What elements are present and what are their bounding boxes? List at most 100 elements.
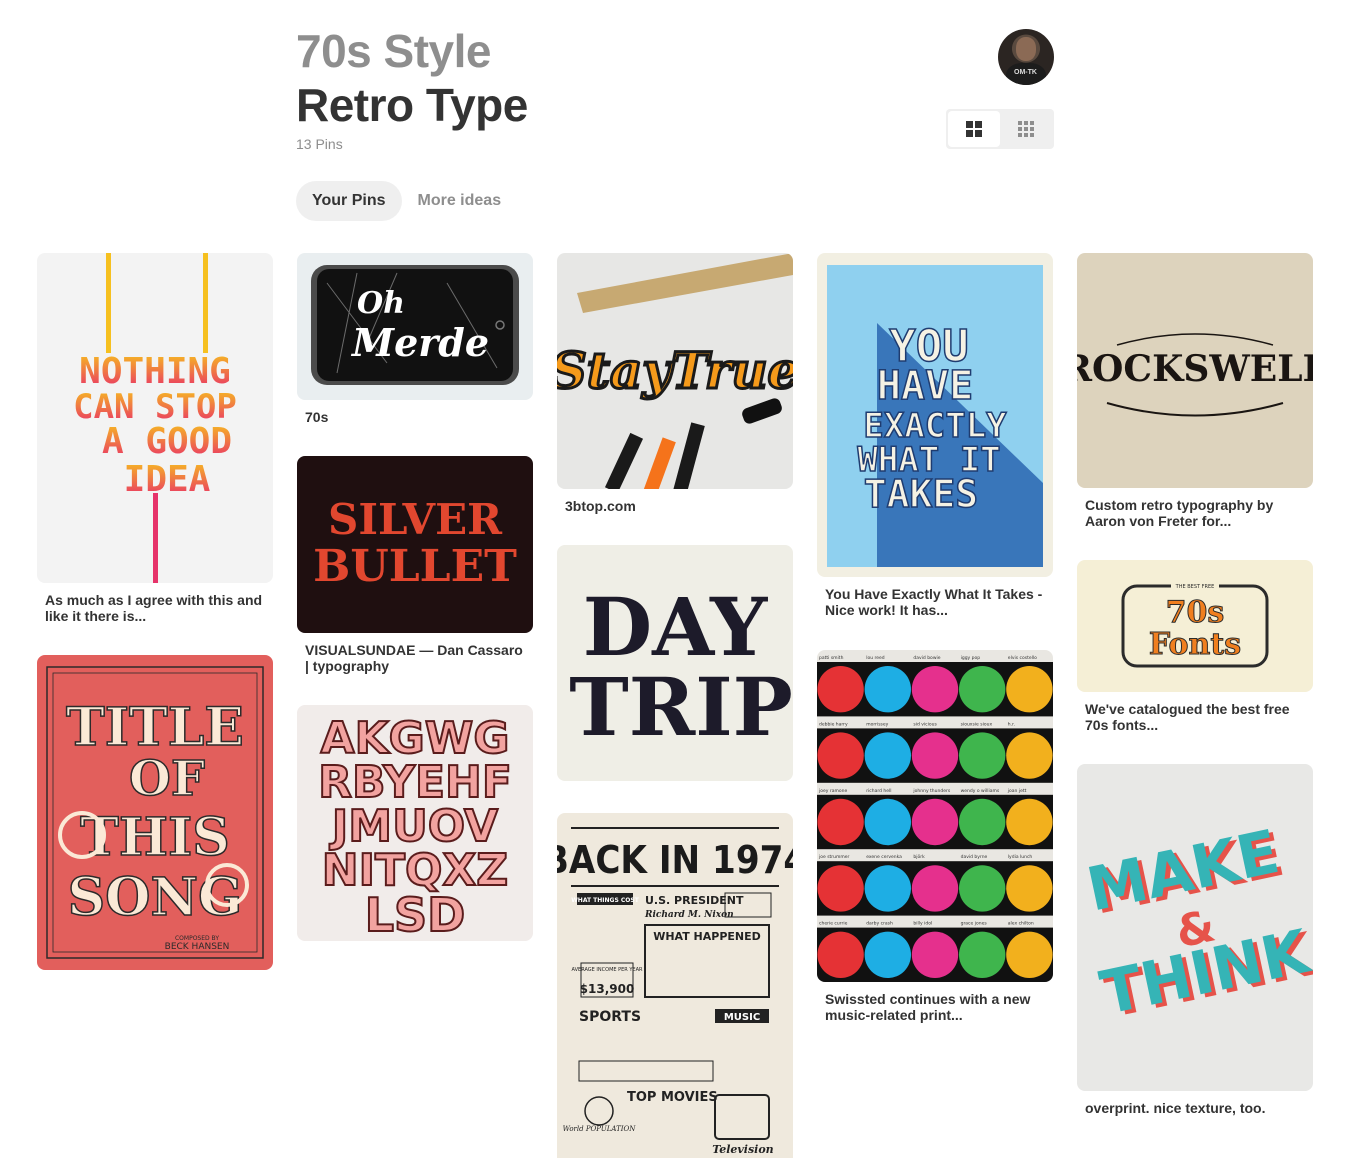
swissted-circle <box>864 666 911 713</box>
swissted-name: siouxsie sioux <box>961 721 993 727</box>
pin-image[interactable]: YOU HAVE EXACTLY WHAT IT TAKES <box>817 253 1053 577</box>
pin-caption[interactable]: Swissted continues with a new music-rela… <box>817 982 1053 1023</box>
pin-caption[interactable]: Custom retro typography by Aaron von Fre… <box>1077 488 1313 529</box>
pin-caption[interactable]: overprint. nice texture, too. <box>1077 1091 1313 1116</box>
view-toggle <box>946 109 1054 149</box>
pin-artwork: MAKE MAKE & THINK THINK <box>1081 817 1313 1032</box>
art-line-1: ROCKSWELL <box>1077 348 1313 390</box>
swissted-name: lou reed <box>866 655 885 661</box>
swissted-circle <box>959 798 1006 846</box>
art-line-5: WHAT HAPPENED <box>653 930 761 943</box>
art-line-2: Merde <box>350 320 489 365</box>
pin-artwork: BACK IN 1974 WHAT THINGS COST U.S. PRESI… <box>557 827 793 1156</box>
pin-image[interactable]: SILVER BULLET <box>297 456 533 633</box>
art-line-10: TOP MOVIES <box>627 1090 718 1105</box>
art-line-4: WHAT THINGS COST <box>571 897 640 904</box>
swissted-circle <box>864 931 911 978</box>
pin-make-think[interactable]: MAKE MAKE & THINK THINK overprint. nice … <box>1077 764 1313 1116</box>
art-line-4: IDEA <box>124 459 211 500</box>
art-line-3: Fonts <box>1149 627 1241 662</box>
default-grid-button[interactable] <box>948 111 1000 147</box>
pin-image[interactable]: Oh Merde <box>297 253 533 400</box>
swissted-circle <box>817 732 864 779</box>
swissted-circle <box>864 865 911 912</box>
pin-image[interactable]: TITLE OF THIS SONG COMPOSED BY BECK HANS… <box>37 655 273 970</box>
art-credit: COMPOSED BY <box>175 935 219 942</box>
pin-caption[interactable]: You Have Exactly What It Takes - Nice wo… <box>817 577 1053 618</box>
art-line-2: HAVE <box>877 363 973 409</box>
pin-count: 13 Pins <box>296 136 343 152</box>
pin-you-have-exactly[interactable]: YOU HAVE EXACTLY WHAT IT TAKES You Have … <box>817 253 1053 618</box>
pin-image[interactable]: ROCKSWELL <box>1077 253 1313 488</box>
swissted-circle <box>959 865 1006 912</box>
swissted-name: wendy o williams <box>961 788 1000 794</box>
pin-caption[interactable]: VISUALSUNDAE — Dan Cassaro | typography <box>297 633 533 674</box>
pin-artwork: YOU HAVE EXACTLY WHAT IT TAKES <box>827 265 1043 567</box>
pin-artwork: SILVER BULLET <box>313 495 517 592</box>
pin-artwork: AKGWG RBYEHF JMUOV NITQXZ LSD <box>317 712 513 941</box>
swissted-name: elvis costello <box>1008 655 1037 661</box>
avatar[interactable]: OM-TK <box>998 29 1054 85</box>
pin-image[interactable]: patti smith lou reed david bowie iggy pop el… <box>817 650 1053 982</box>
swissted-circle <box>817 798 864 846</box>
pin-back-in-1974[interactable]: BACK IN 1974 WHAT THINGS COST U.S. PRESI… <box>557 813 793 1158</box>
swissted-circle <box>911 865 959 912</box>
pin-image[interactable]: BACK IN 1974 WHAT THINGS COST U.S. PRESI… <box>557 813 793 1158</box>
swissted-circle <box>864 732 911 779</box>
pin-oh-merde[interactable]: Oh Merde 70s <box>297 253 533 425</box>
pin-silver-bullet[interactable]: SILVER BULLET VISUALSUNDAE — Dan Cassaro… <box>297 456 533 674</box>
pin-artwork: TITLE OF THIS SONG COMPOSED BY BECK HANS… <box>46 666 264 959</box>
pin-swissted[interactable]: patti smith lou reed david bowie iggy pop el… <box>817 650 1053 1023</box>
art-line-1: Oh <box>357 286 405 321</box>
art-line-11: World POPULATION <box>563 1125 637 1133</box>
art-line-4: SONG <box>68 867 243 928</box>
compact-grid-button[interactable] <box>1000 111 1052 147</box>
pin-caption[interactable]: As much as I agree with this and like it… <box>37 583 273 624</box>
pin-title-of-this-song[interactable]: TITLE OF THIS SONG COMPOSED BY BECK HANS… <box>37 655 273 970</box>
swissted-name: cherie currie <box>819 921 848 927</box>
pin-day-trip[interactable]: DAY TRIP <box>557 545 793 781</box>
pin-image[interactable]: DAY TRIP <box>557 545 793 781</box>
art-line-12: Television <box>712 1143 773 1156</box>
art-line-8: SPORTS <box>579 1009 641 1025</box>
pin-image[interactable]: THE BEST FREE 70s Fonts <box>1077 560 1313 692</box>
swissted-name: joan jett <box>1007 788 1027 794</box>
swissted-name: billy idol <box>913 921 932 927</box>
swissted-circle <box>1006 666 1053 713</box>
pin-alphabet[interactable]: AKGWG RBYEHF JMUOV NITQXZ LSD <box>297 705 533 941</box>
art-line-1: BACK IN 1974 <box>557 838 793 882</box>
art-line-2: U.S. PRESIDENT <box>645 894 744 907</box>
pin-image[interactable]: MAKE MAKE & THINK THINK <box>1077 764 1313 1091</box>
swissted-name: sid vicious <box>913 721 937 727</box>
board-parent-title[interactable]: 70s Style <box>296 26 528 76</box>
pin-nothing-can-stop[interactable]: NOTHING CAN STOP A GOOD IDEA As much as … <box>37 253 273 624</box>
pin-rockswell[interactable]: ROCKSWELL Custom retro typography by Aar… <box>1077 253 1313 529</box>
art-line-6: AVERAGE INCOME PER YEAR <box>572 967 643 973</box>
art-line-2: BULLET <box>313 541 517 592</box>
pin-image[interactable]: AKGWG RBYEHF JMUOV NITQXZ LSD <box>297 705 533 941</box>
pin-70s-fonts[interactable]: THE BEST FREE 70s Fonts We've catalogued… <box>1077 560 1313 733</box>
pin-caption[interactable]: We've catalogued the best free 70s fonts… <box>1077 692 1313 733</box>
avatar-face <box>1016 37 1036 61</box>
board-header: 70s Style Retro Type 13 Pins <box>296 26 528 152</box>
swissted-name: johnny thunders <box>912 788 950 794</box>
swissted-name: exene cervenka <box>866 854 902 860</box>
art-line-3: A GOOD <box>102 421 232 462</box>
tab-more-ideas[interactable]: More ideas <box>402 181 518 221</box>
swissted-name: lydia lunch <box>1008 854 1033 860</box>
pin-caption[interactable]: 3btop.com <box>557 489 793 514</box>
pin-image[interactable]: NOTHING CAN STOP A GOOD IDEA <box>37 253 273 583</box>
art-line-1: SILVER <box>328 495 503 544</box>
art-line-1: NOTHING <box>79 351 231 392</box>
art-credit-name: BECK HANSEN <box>165 942 230 952</box>
swissted-circle <box>817 865 864 912</box>
swissted-name: iggy pop <box>961 655 981 661</box>
pin-artwork: ROCKSWELL <box>1077 333 1313 417</box>
tab-your-pins[interactable]: Your Pins <box>296 181 402 221</box>
art-line-2: TRIP <box>569 660 793 754</box>
pin-image[interactable]: StayTrue <box>557 253 793 489</box>
pin-caption[interactable]: 70s <box>297 400 533 425</box>
pin-stay-true[interactable]: StayTrue 3btop.com <box>557 253 793 514</box>
swissted-circle <box>1006 865 1053 912</box>
board-title: Retro Type <box>296 79 528 131</box>
